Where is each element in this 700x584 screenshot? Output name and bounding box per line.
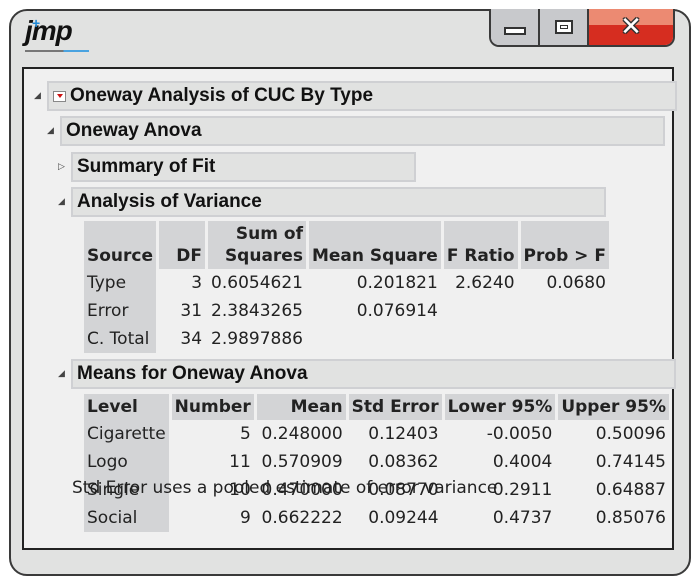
cell-ms: [309, 325, 441, 353]
cell-f: [444, 325, 518, 353]
cell-upper-95: 0.74145: [595, 452, 666, 472]
table-row: Social 9 0.662222 0.09244 0.4737 0.85076: [84, 504, 669, 532]
cell-lower-95: 0.4737: [492, 508, 553, 528]
cell-std-error: 0.08362: [368, 452, 439, 472]
col-lower-95: Lower 95%: [444, 394, 556, 420]
red-triangle-menu-icon[interactable]: [53, 90, 66, 102]
outline-analysis-of-variance[interactable]: ◢ Analysis of Variance: [58, 187, 606, 217]
cell-level: Social: [84, 504, 169, 532]
cell-mean: 0.248000: [261, 424, 343, 444]
cell-number: 5: [239, 424, 251, 444]
cell-ms: 0.076914: [356, 301, 438, 321]
logo-tagline: [25, 50, 89, 52]
outline-header[interactable]: Oneway Anova: [60, 116, 665, 146]
std-error-note: Std Error uses a pooled estimate of erro…: [72, 478, 498, 498]
cell-std-error: 0.09244: [368, 508, 439, 528]
minimize-button[interactable]: [491, 9, 540, 45]
anova-table: Source DF Sum of Squares Mean Square F Ra…: [81, 221, 612, 353]
outline-oneway-anova[interactable]: ◢ Oneway Anova: [47, 116, 665, 146]
report-title: Oneway Analysis of CUC By Type: [70, 85, 374, 106]
col-std-error: Std Error: [348, 394, 442, 420]
cell-source: Error: [84, 297, 157, 325]
col-df: DF: [159, 221, 206, 269]
outline-header[interactable]: Oneway Analysis of CUC By Type: [47, 81, 677, 111]
table-header-row: Source DF Sum of Squares Mean Square F Ra…: [84, 221, 609, 269]
outline-summary-of-fit[interactable]: ▷ Summary of Fit: [58, 152, 416, 182]
col-source: Source: [84, 221, 157, 269]
maximize-icon: [554, 20, 573, 34]
cell-level: Logo: [84, 448, 169, 476]
outline-header[interactable]: Means for Oneway Anova: [71, 359, 676, 389]
table-row: C. Total 34 2.9897886: [84, 325, 609, 353]
col-f-ratio: F Ratio: [443, 221, 518, 269]
cell-lower-95: -0.0050: [486, 424, 553, 444]
close-icon: ✕: [620, 12, 642, 42]
disclosure-closed-icon[interactable]: ▷: [58, 162, 68, 172]
disclosure-open-icon[interactable]: ◢: [58, 369, 68, 379]
disclosure-open-icon[interactable]: ◢: [34, 91, 44, 101]
cell-std-error: 0.12403: [368, 424, 439, 444]
table-header-row: Level Number Mean Std Error Lower 95% Up…: [84, 394, 669, 420]
cell-source: C. Total: [84, 325, 157, 353]
cell-df: 34: [180, 329, 203, 349]
col-prob-f: Prob > F: [520, 221, 609, 269]
cell-ss: 2.9897886: [211, 329, 303, 349]
table-row: Logo 11 0.570909 0.08362 0.4004 0.74145: [84, 448, 669, 476]
cell-upper-95: 0.85076: [595, 508, 666, 528]
logo-star-icon: +: [32, 15, 41, 31]
means-table: Level Number Mean Std Error Lower 95% Up…: [81, 394, 672, 532]
outline-oneway-analysis[interactable]: ◢ Oneway Analysis of CUC By Type: [34, 81, 677, 111]
table-row: Type 3 0.6054621 0.201821 2.6240 0.0680: [84, 269, 609, 297]
col-level: Level: [84, 394, 169, 420]
cell-ss: 0.6054621: [211, 273, 303, 293]
outline-means-oneway-anova[interactable]: ◢ Means for Oneway Anova: [58, 359, 676, 389]
jmp-window: jmp + ✕ ◢ Oneway Analysis of CUC By Type…: [9, 9, 691, 576]
col-mean-square: Mean Square: [308, 221, 441, 269]
cell-df: 3: [191, 273, 203, 293]
cell-f: [444, 297, 518, 325]
col-upper-95: Upper 95%: [558, 394, 669, 420]
cell-p: [521, 297, 609, 325]
cell-f: 2.6240: [455, 273, 515, 293]
cell-number: 11: [229, 452, 251, 472]
sum-of-line2: Squares: [224, 246, 303, 266]
close-button[interactable]: ✕: [589, 9, 673, 45]
cell-mean: 0.570909: [261, 452, 343, 472]
col-mean: Mean: [256, 394, 346, 420]
disclosure-open-icon[interactable]: ◢: [58, 197, 68, 207]
col-sum-of-squares: Sum of Squares: [208, 221, 306, 269]
col-number: Number: [171, 394, 254, 420]
cell-level: Cigarette: [84, 420, 169, 448]
maximize-button[interactable]: [540, 9, 589, 45]
minimize-icon: [503, 27, 526, 35]
cell-ss: 2.3843265: [211, 301, 303, 321]
table-row: Error 31 2.3843265 0.076914: [84, 297, 609, 325]
outline-header[interactable]: Summary of Fit: [71, 152, 416, 182]
jmp-logo: jmp +: [25, 15, 89, 57]
disclosure-open-icon[interactable]: ◢: [47, 126, 57, 136]
cell-p: 0.0680: [546, 273, 606, 293]
cell-number: 9: [239, 508, 251, 528]
cell-ms: 0.201821: [356, 273, 438, 293]
cell-upper-95: 0.64887: [595, 480, 666, 500]
table-row: Cigarette 5 0.248000 0.12403 -0.0050 0.5…: [84, 420, 669, 448]
outline-header[interactable]: Analysis of Variance: [71, 187, 606, 217]
cell-mean: 0.662222: [261, 508, 343, 528]
cell-lower-95: 0.4004: [492, 452, 553, 472]
sum-of-line1: Sum of: [235, 224, 303, 244]
cell-df: 31: [180, 301, 203, 321]
cell-upper-95: 0.50096: [595, 424, 666, 444]
window-controls: ✕: [489, 9, 675, 47]
cell-source: Type: [84, 269, 157, 297]
cell-p: [521, 325, 609, 353]
